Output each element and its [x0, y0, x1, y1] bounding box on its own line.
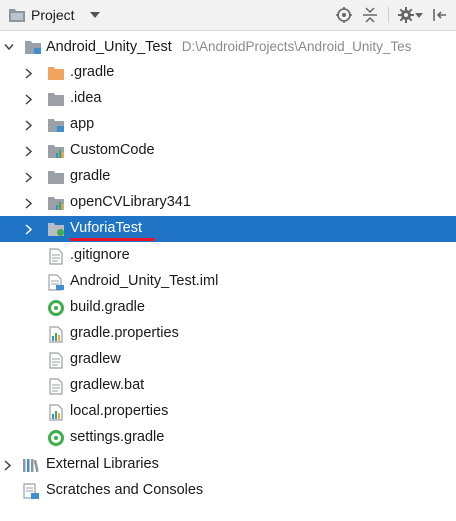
tree-item-idea[interactable]: .idea	[0, 86, 456, 112]
folder-icon	[47, 90, 65, 108]
tree-item-label: build.gradle	[70, 299, 145, 315]
tree-item-scratches[interactable]: Scratches and Consoles	[0, 478, 456, 504]
highlight-underline	[70, 238, 155, 241]
tree-item-label: app	[70, 116, 95, 132]
collapse-all-icon[interactable]	[361, 6, 379, 24]
folder-orange-icon	[47, 64, 65, 82]
gradle-icon	[47, 299, 65, 317]
text-file-icon	[47, 377, 65, 395]
tree-item-external-libraries[interactable]: External Libraries	[0, 452, 456, 478]
tree-item-build-gradle[interactable]: build.gradle	[0, 295, 456, 321]
gradle-icon	[47, 429, 65, 447]
project-path: D:\AndroidProjects\Android_Unity_Tes	[181, 39, 412, 54]
tree-item-label: Android_Unity_Test	[46, 39, 172, 55]
tree-item-label: settings.gradle	[70, 429, 165, 445]
tree-item-gradle[interactable]: gradle	[0, 164, 456, 190]
module-green-folder-icon	[47, 220, 65, 238]
chevron-right-icon[interactable]	[22, 223, 34, 235]
tree-item-label: local.properties	[70, 403, 169, 419]
module-folder-icon	[47, 116, 65, 134]
tree-item-opencvlibrary[interactable]: openCVLibrary341	[0, 190, 456, 216]
gear-dropdown-icon[interactable]	[415, 12, 423, 18]
tree-item-settings-gradle[interactable]: settings.gradle	[0, 425, 456, 451]
library-icon	[22, 456, 40, 474]
module-folder-icon	[24, 38, 42, 56]
tree-item-gradlew-bat[interactable]: gradlew.bat	[0, 373, 456, 399]
gear-icon[interactable]	[397, 6, 415, 24]
text-file-icon	[47, 247, 65, 265]
chevron-right-icon[interactable]	[1, 459, 13, 471]
chevron-right-icon[interactable]	[22, 67, 34, 79]
text-file-icon	[47, 351, 65, 369]
tree-item-label: gradlew	[70, 351, 121, 367]
properties-file-icon	[47, 403, 65, 421]
tree-item-local-properties[interactable]: local.properties	[0, 399, 456, 425]
chevron-right-icon[interactable]	[22, 119, 34, 131]
tree-item-label: gradlew.bat	[70, 377, 145, 393]
tree-item-iml[interactable]: Android_Unity_Test.iml	[0, 269, 456, 295]
chevron-down-icon[interactable]	[89, 10, 101, 20]
tree-item-gitignore[interactable]: .gitignore	[0, 243, 456, 269]
tree-item-label: Android_Unity_Test.iml	[70, 273, 219, 289]
tree-item-gradle-dir[interactable]: .gradle	[0, 60, 456, 86]
tree-item-label: External Libraries	[46, 456, 159, 472]
tree-item-label: Scratches and Consoles	[46, 482, 204, 498]
locate-icon[interactable]	[335, 6, 353, 24]
hide-panel-icon[interactable]	[431, 6, 449, 24]
module-chart-folder-icon	[47, 194, 65, 212]
chevron-right-icon[interactable]	[22, 171, 34, 183]
chevron-right-icon[interactable]	[22, 93, 34, 105]
chevron-right-icon[interactable]	[22, 145, 34, 157]
project-view-icon	[8, 7, 26, 23]
chevron-right-icon[interactable]	[22, 197, 34, 209]
module-chart-folder-icon	[47, 142, 65, 160]
tree-item-vuforiatest[interactable]: VuforiaTest	[0, 216, 456, 242]
tree-item-app[interactable]: app	[0, 112, 456, 138]
chevron-down-icon[interactable]	[3, 41, 15, 53]
tree-root-item[interactable]: Android_Unity_Test D:\AndroidProjects\And…	[0, 34, 456, 60]
tree-item-label: openCVLibrary341	[70, 194, 191, 210]
tree-item-gradlew[interactable]: gradlew	[0, 347, 456, 373]
tree-item-label: .gitignore	[70, 247, 130, 263]
tree-item-label: gradle	[70, 168, 111, 184]
properties-file-icon	[47, 325, 65, 343]
scratches-icon	[22, 482, 40, 500]
tree-item-label: VuforiaTest	[70, 220, 142, 236]
divider	[388, 7, 389, 23]
tree-item-label: CustomCode	[70, 142, 155, 158]
tree-item-label: gradle.properties	[70, 325, 179, 341]
tree-item-gradle-properties[interactable]: gradle.properties	[0, 321, 456, 347]
tree-item-label: .idea	[70, 90, 102, 106]
project-toolbar: Project	[0, 0, 456, 31]
folder-icon	[47, 168, 65, 186]
panel-title[interactable]: Project	[31, 7, 75, 23]
tree-item-customcode[interactable]: CustomCode	[0, 138, 456, 164]
iml-file-icon	[47, 273, 65, 291]
root-label-wrap: Android_Unity_Test D:\AndroidProjects\And…	[46, 38, 411, 55]
tree-item-label: .gradle	[70, 64, 115, 80]
